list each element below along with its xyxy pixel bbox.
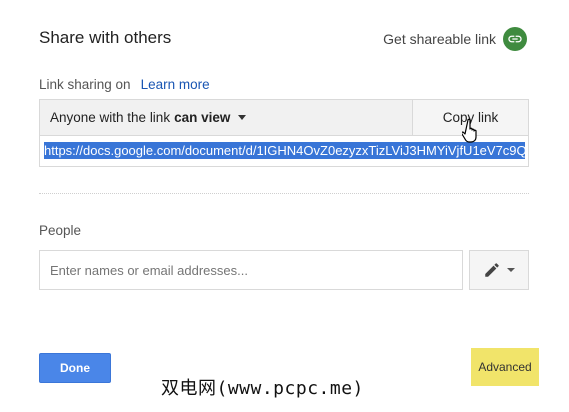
chevron-down-icon xyxy=(507,268,515,272)
permission-edit-button[interactable] xyxy=(469,250,529,290)
link-share-box: Anyone with the link can view Copy link … xyxy=(39,99,529,167)
section-divider xyxy=(39,193,529,194)
link-sharing-label: Link sharing on xyxy=(39,77,131,92)
share-url-text: https://docs.google.com/document/d/1IGHN… xyxy=(44,142,525,159)
permission-prefix: Anyone with the link xyxy=(50,110,171,125)
get-shareable-link-label: Get shareable link xyxy=(383,31,496,47)
permission-level: can view xyxy=(174,110,231,125)
advanced-button[interactable]: Advanced xyxy=(471,348,539,386)
learn-more-link[interactable]: Learn more xyxy=(141,77,210,92)
done-button[interactable]: Done xyxy=(39,353,111,383)
pencil-icon xyxy=(485,263,499,277)
hand-cursor-icon xyxy=(462,118,477,143)
get-shareable-link-button[interactable]: Get shareable link xyxy=(383,27,527,51)
people-label: People xyxy=(39,223,82,238)
site-watermark: 双电网(www.pcpc.me) xyxy=(161,378,364,399)
link-permission-dropdown[interactable]: Anyone with the link can view xyxy=(40,100,413,136)
link-sharing-status: Link sharing on Learn more xyxy=(39,77,210,92)
people-input[interactable] xyxy=(39,250,463,290)
link-icon[interactable] xyxy=(503,27,527,51)
share-url-field[interactable]: https://docs.google.com/document/d/1IGHN… xyxy=(44,142,525,161)
dialog-title: Share with others xyxy=(39,28,172,47)
caret-down-icon xyxy=(238,115,247,120)
